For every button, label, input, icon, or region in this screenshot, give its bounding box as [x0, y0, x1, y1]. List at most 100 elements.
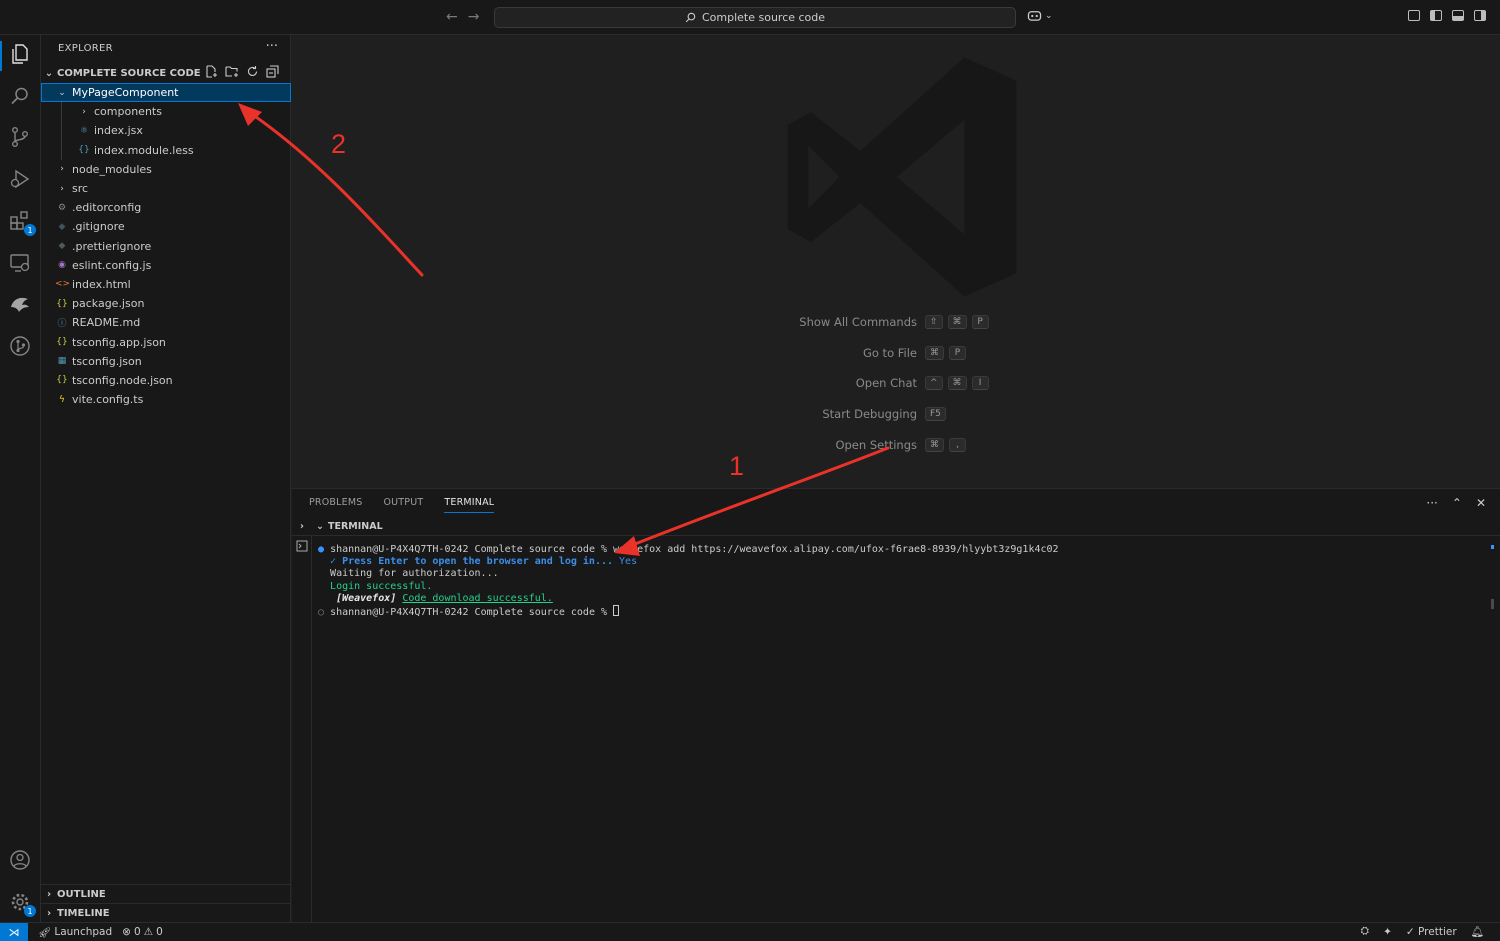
command-center-search[interactable]: Complete source code [494, 7, 1016, 28]
tab-terminal[interactable]: TERMINAL [444, 497, 495, 513]
more-actions-icon[interactable]: ··· [266, 39, 278, 54]
tree-item[interactable]: › node_modules [41, 160, 291, 179]
indent-guide [61, 102, 62, 122]
problems-item[interactable]: ⊗ 0 ⚠ 0 [122, 926, 163, 938]
command-pending-dot: ○ [318, 607, 325, 619]
back-arrow-icon[interactable]: ← [446, 9, 458, 25]
toggle-primary-sidebar-icon[interactable] [1430, 10, 1442, 21]
shortcut-row[interactable]: Open Chat ^ ⌘ I [777, 376, 989, 391]
remote-explorer-icon[interactable] [7, 250, 33, 276]
toggle-secondary-sidebar-icon[interactable] [1474, 10, 1486, 21]
file-type-icon: {} [56, 298, 68, 309]
tree-item[interactable]: ◆ .prettierignore [41, 237, 291, 256]
outline-label: OUTLINE [57, 888, 106, 900]
keyboard-key: ⌘ [947, 376, 967, 391]
shortcut-label: Go to File [862, 345, 917, 360]
extensions-badge: 1 [24, 224, 36, 236]
customize-layout-icon[interactable] [1408, 10, 1420, 21]
tree-item[interactable]: {} tsconfig.node.json [41, 371, 291, 390]
error-icon: ⊗ [122, 926, 131, 938]
terminal-scroll-marker [1491, 545, 1494, 549]
shortcut-row[interactable]: Open Settings ⌘, [777, 437, 966, 452]
weavefox-status-icon[interactable]: ✦ [1383, 926, 1392, 938]
remote-indicator-icon[interactable]: ⋊ [0, 922, 28, 941]
terminal-output[interactable]: ● shannan@U-P4X4Q7TH-0242 Complete sourc… [318, 544, 1059, 619]
terminal-scrollbar[interactable] [1491, 599, 1494, 609]
tree-item[interactable]: {} tsconfig.app.json [41, 332, 291, 351]
copilot-menu-button[interactable]: ⌄ [1027, 9, 1053, 22]
collapse-all-icon[interactable] [266, 65, 279, 78]
file-type-icon: ⚛ [79, 125, 89, 136]
tree-item[interactable]: ⚛ index.jsx [41, 121, 291, 141]
search-icon[interactable] [7, 83, 33, 109]
file-type-icon: <> [55, 279, 71, 290]
file-type-icon: ϟ [59, 394, 65, 405]
layout-controls [1408, 10, 1486, 21]
notifications-bell-icon[interactable]: 🔔︎ [1471, 925, 1484, 938]
timeline-label: TIMELINE [57, 907, 110, 919]
outline-section[interactable]: › OUTLINE [41, 884, 291, 903]
file-type-icon: ◉ [58, 260, 66, 271]
tree-item[interactable]: ⓘ README.md [41, 313, 291, 332]
weavefox-icon[interactable] [7, 291, 33, 317]
tree-item[interactable]: ⌄ MyPageComponent [41, 83, 291, 103]
chevron-right-icon: › [46, 907, 52, 919]
terminal-line-login: Login successful. [330, 580, 433, 592]
prettier-item[interactable]: ✓ Prettier [1406, 926, 1457, 938]
tree-item[interactable]: › components [41, 102, 291, 122]
timeline-section[interactable]: › TIMELINE [41, 903, 291, 922]
copilot-icon [1027, 11, 1042, 21]
explorer-toolbar [205, 65, 279, 78]
run-debug-icon[interactable] [7, 166, 33, 192]
terminal-tab-icon[interactable] [296, 540, 308, 552]
tree-item-label: .gitignore [72, 220, 125, 234]
shortcut-row[interactable]: Show All Commands ⇧ ⌘ P [777, 315, 989, 329]
tree-item[interactable]: <> index.html [41, 275, 291, 294]
account-icon[interactable] [7, 847, 33, 873]
terminal-section-header[interactable]: › ⌄ TERMINAL [292, 518, 1500, 536]
manage-gear-icon[interactable]: 1 [7, 889, 36, 917]
new-file-icon[interactable] [205, 65, 218, 78]
terminal-line-waiting: Waiting for authorization... [330, 568, 499, 580]
more-actions-icon[interactable]: ··· [1426, 496, 1437, 510]
tree-item-label: components [94, 105, 162, 119]
gitlens-icon[interactable] [7, 333, 33, 359]
settings-badge: 1 [24, 905, 36, 917]
tree-item-label: eslint.config.js [72, 258, 152, 272]
tree-item[interactable]: ϟ vite.config.ts [41, 390, 291, 409]
forward-arrow-icon[interactable]: → [468, 9, 480, 25]
source-control-icon[interactable] [7, 124, 33, 150]
explorer-icon[interactable] [7, 41, 33, 67]
tab-problems[interactable]: PROBLEMS [309, 497, 362, 513]
maximize-panel-icon[interactable]: ⌃ [1452, 496, 1462, 510]
toggle-panel-icon[interactable] [1452, 10, 1464, 21]
close-panel-icon[interactable]: ✕ [1476, 496, 1486, 510]
tree-item[interactable]: ◆ .gitignore [41, 217, 291, 236]
extensions-icon[interactable]: 1 [7, 208, 36, 236]
error-count: 0 [133, 926, 141, 938]
command-center-label: Complete source code [701, 11, 826, 24]
tree-item[interactable]: ⚙ .editorconfig [41, 198, 291, 217]
terminal-line-prompt-browser: ✓ Press Enter to open the browser and lo… [330, 556, 620, 568]
workspace-section-header[interactable]: ⌄ COMPLETE SOURCE CODE [41, 65, 291, 81]
tab-output[interactable]: OUTPUT [383, 497, 423, 513]
chevron-down-icon: ⌄ [44, 67, 54, 79]
refresh-icon[interactable] [246, 65, 259, 78]
launchpad-item[interactable]: 🚀︎ Launchpad [38, 926, 112, 939]
file-type-icon: ⌄ [58, 87, 66, 98]
tree-item[interactable]: ▦ tsconfig.json [41, 352, 291, 371]
tree-item[interactable]: {} index.module.less [41, 140, 291, 160]
shortcut-row[interactable]: Start Debugging F5 [777, 407, 946, 422]
tree-item[interactable]: ◉ eslint.config.js [41, 256, 291, 275]
shortcut-label: Start Debugging [822, 407, 917, 422]
sidebar-title: EXPLORER [58, 43, 113, 54]
tree-item[interactable]: › src [41, 179, 291, 198]
shortcut-row[interactable]: Go to File ⌘ P [777, 345, 966, 360]
check-double-icon: ✓ [1405, 925, 1415, 938]
copilot-status-icon[interactable]: ⛭ [1361, 925, 1369, 938]
new-folder-icon[interactable] [225, 65, 239, 78]
explorer-sidebar: EXPLORER ··· ⌄ COMPLETE SOURCE CODE ⌄ MyP… [41, 35, 291, 922]
warning-icon: ⚠ [143, 926, 154, 938]
tree-item[interactable]: {} package.json [41, 294, 291, 313]
indent-guide [61, 140, 62, 160]
